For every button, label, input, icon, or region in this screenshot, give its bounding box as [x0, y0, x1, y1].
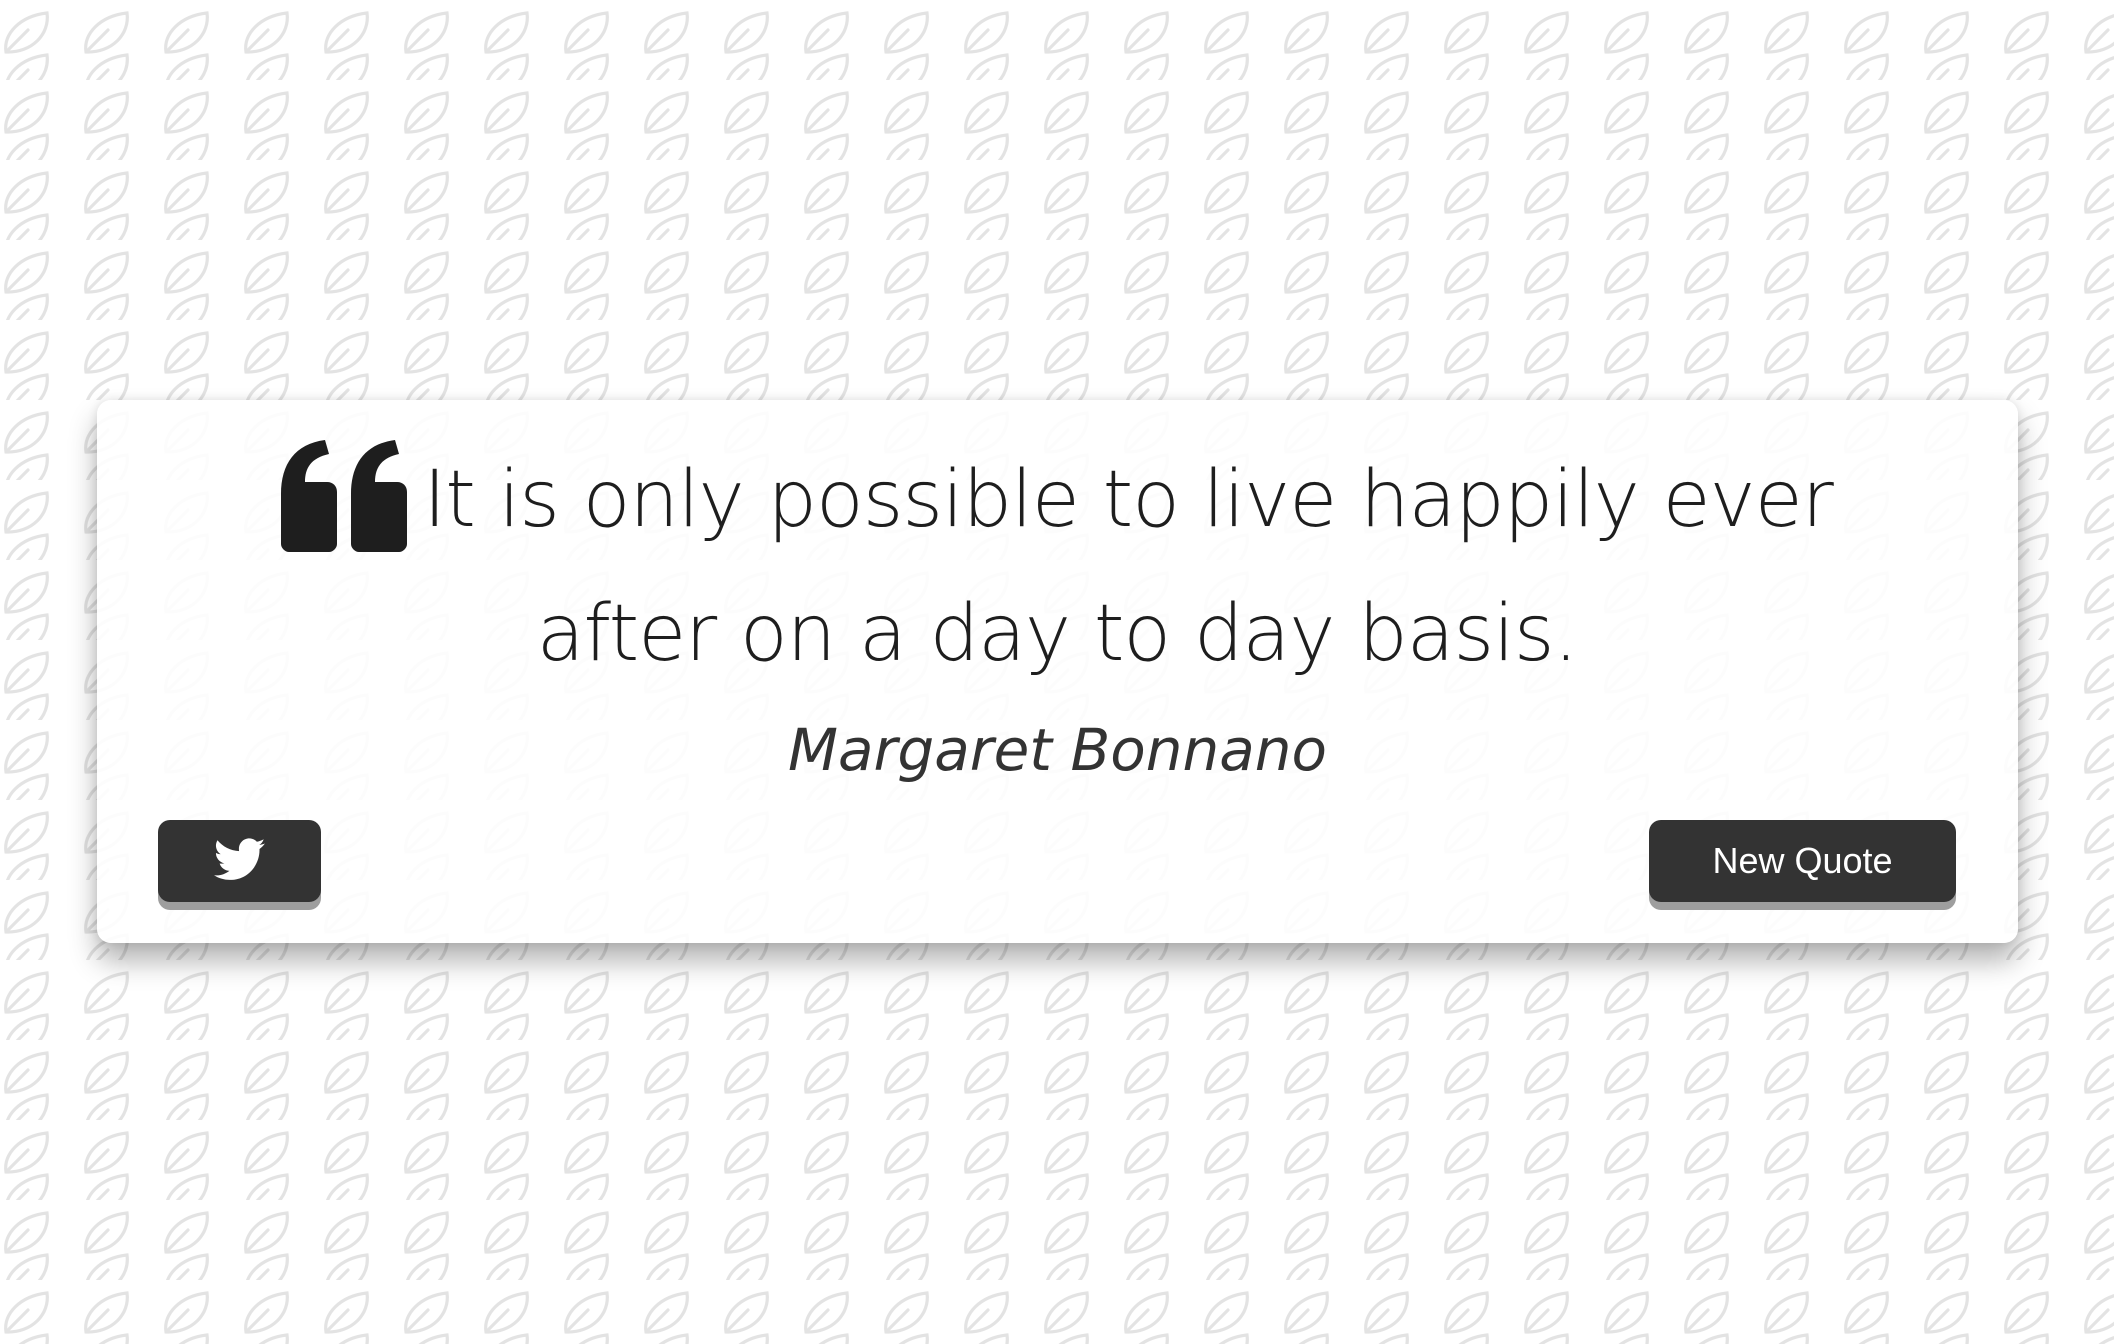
quote-text-block: It is only possible to live happily ever… [217, 440, 1897, 688]
quote-author: Margaret Bonnano [787, 716, 1328, 784]
quote-left-icon [281, 440, 409, 580]
twitter-icon [213, 837, 266, 885]
quote-box: It is only possible to live happily ever… [97, 400, 2018, 943]
tweet-quote-button[interactable] [158, 820, 321, 902]
new-quote-button[interactable]: New Quote [1649, 820, 1956, 902]
quote-text: It is only possible to live happily ever… [423, 455, 1834, 679]
